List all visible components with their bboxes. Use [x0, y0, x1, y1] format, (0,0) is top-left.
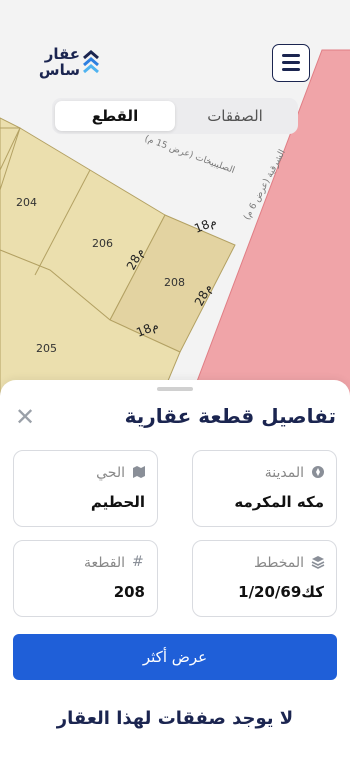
city-card: المدينة مكه المكرمه	[192, 450, 337, 527]
parcel-label: 205	[36, 342, 57, 355]
plan-card: المخطط كك1/20/69	[192, 540, 337, 617]
no-deals-message: لا يوجد صفقات لهذا العقار	[56, 708, 294, 729]
parcel-label: القطعة	[84, 555, 125, 571]
menu-icon	[282, 54, 300, 57]
show-more-button[interactable]: عرض أكثر	[13, 634, 337, 680]
logo-text-line1: عقار	[44, 45, 80, 63]
district-label: الحي	[96, 465, 125, 481]
menu-button[interactable]	[272, 44, 310, 82]
logo-text-line2: ساس	[38, 61, 80, 79]
tab-parcels[interactable]: القطع	[55, 101, 175, 131]
city-value: مكه المكرمه	[234, 493, 324, 511]
plan-value: كك1/20/69	[238, 583, 324, 601]
menu-icon	[282, 61, 300, 64]
logo-text: عقار ساس	[38, 46, 80, 78]
app-header: عقار ساس	[0, 38, 350, 94]
parcel-card: # القطعة 208	[13, 540, 158, 617]
menu-icon	[282, 68, 300, 71]
district-card: الحي الحطيم	[13, 450, 158, 527]
parcel-label: 204	[16, 196, 37, 209]
sheet-title: تفاصيل قطعة عقارية	[124, 404, 336, 428]
view-tabs: القطع الصفقات	[52, 98, 298, 134]
district-value: الحطيم	[90, 493, 145, 511]
city-label: المدينة	[264, 465, 304, 481]
compass-icon	[311, 465, 325, 483]
parcel-label: 208	[164, 276, 185, 289]
sheet-grabber[interactable]	[157, 387, 193, 391]
app-logo[interactable]: عقار ساس	[38, 46, 108, 82]
parcel-value: 208	[113, 583, 145, 601]
hash-icon: #	[132, 554, 144, 570]
parcel-label: 206	[92, 237, 113, 250]
layers-icon	[311, 555, 325, 573]
logo-chevrons-icon	[83, 50, 99, 74]
plan-label: المخطط	[253, 555, 304, 571]
map-icon	[132, 465, 146, 483]
parcel-details-sheet: تفاصيل قطعة عقارية ✕ المدينة مكه المكرمه…	[0, 380, 350, 757]
close-icon[interactable]: ✕	[14, 405, 36, 429]
tab-deals[interactable]: الصفقات	[175, 101, 295, 131]
